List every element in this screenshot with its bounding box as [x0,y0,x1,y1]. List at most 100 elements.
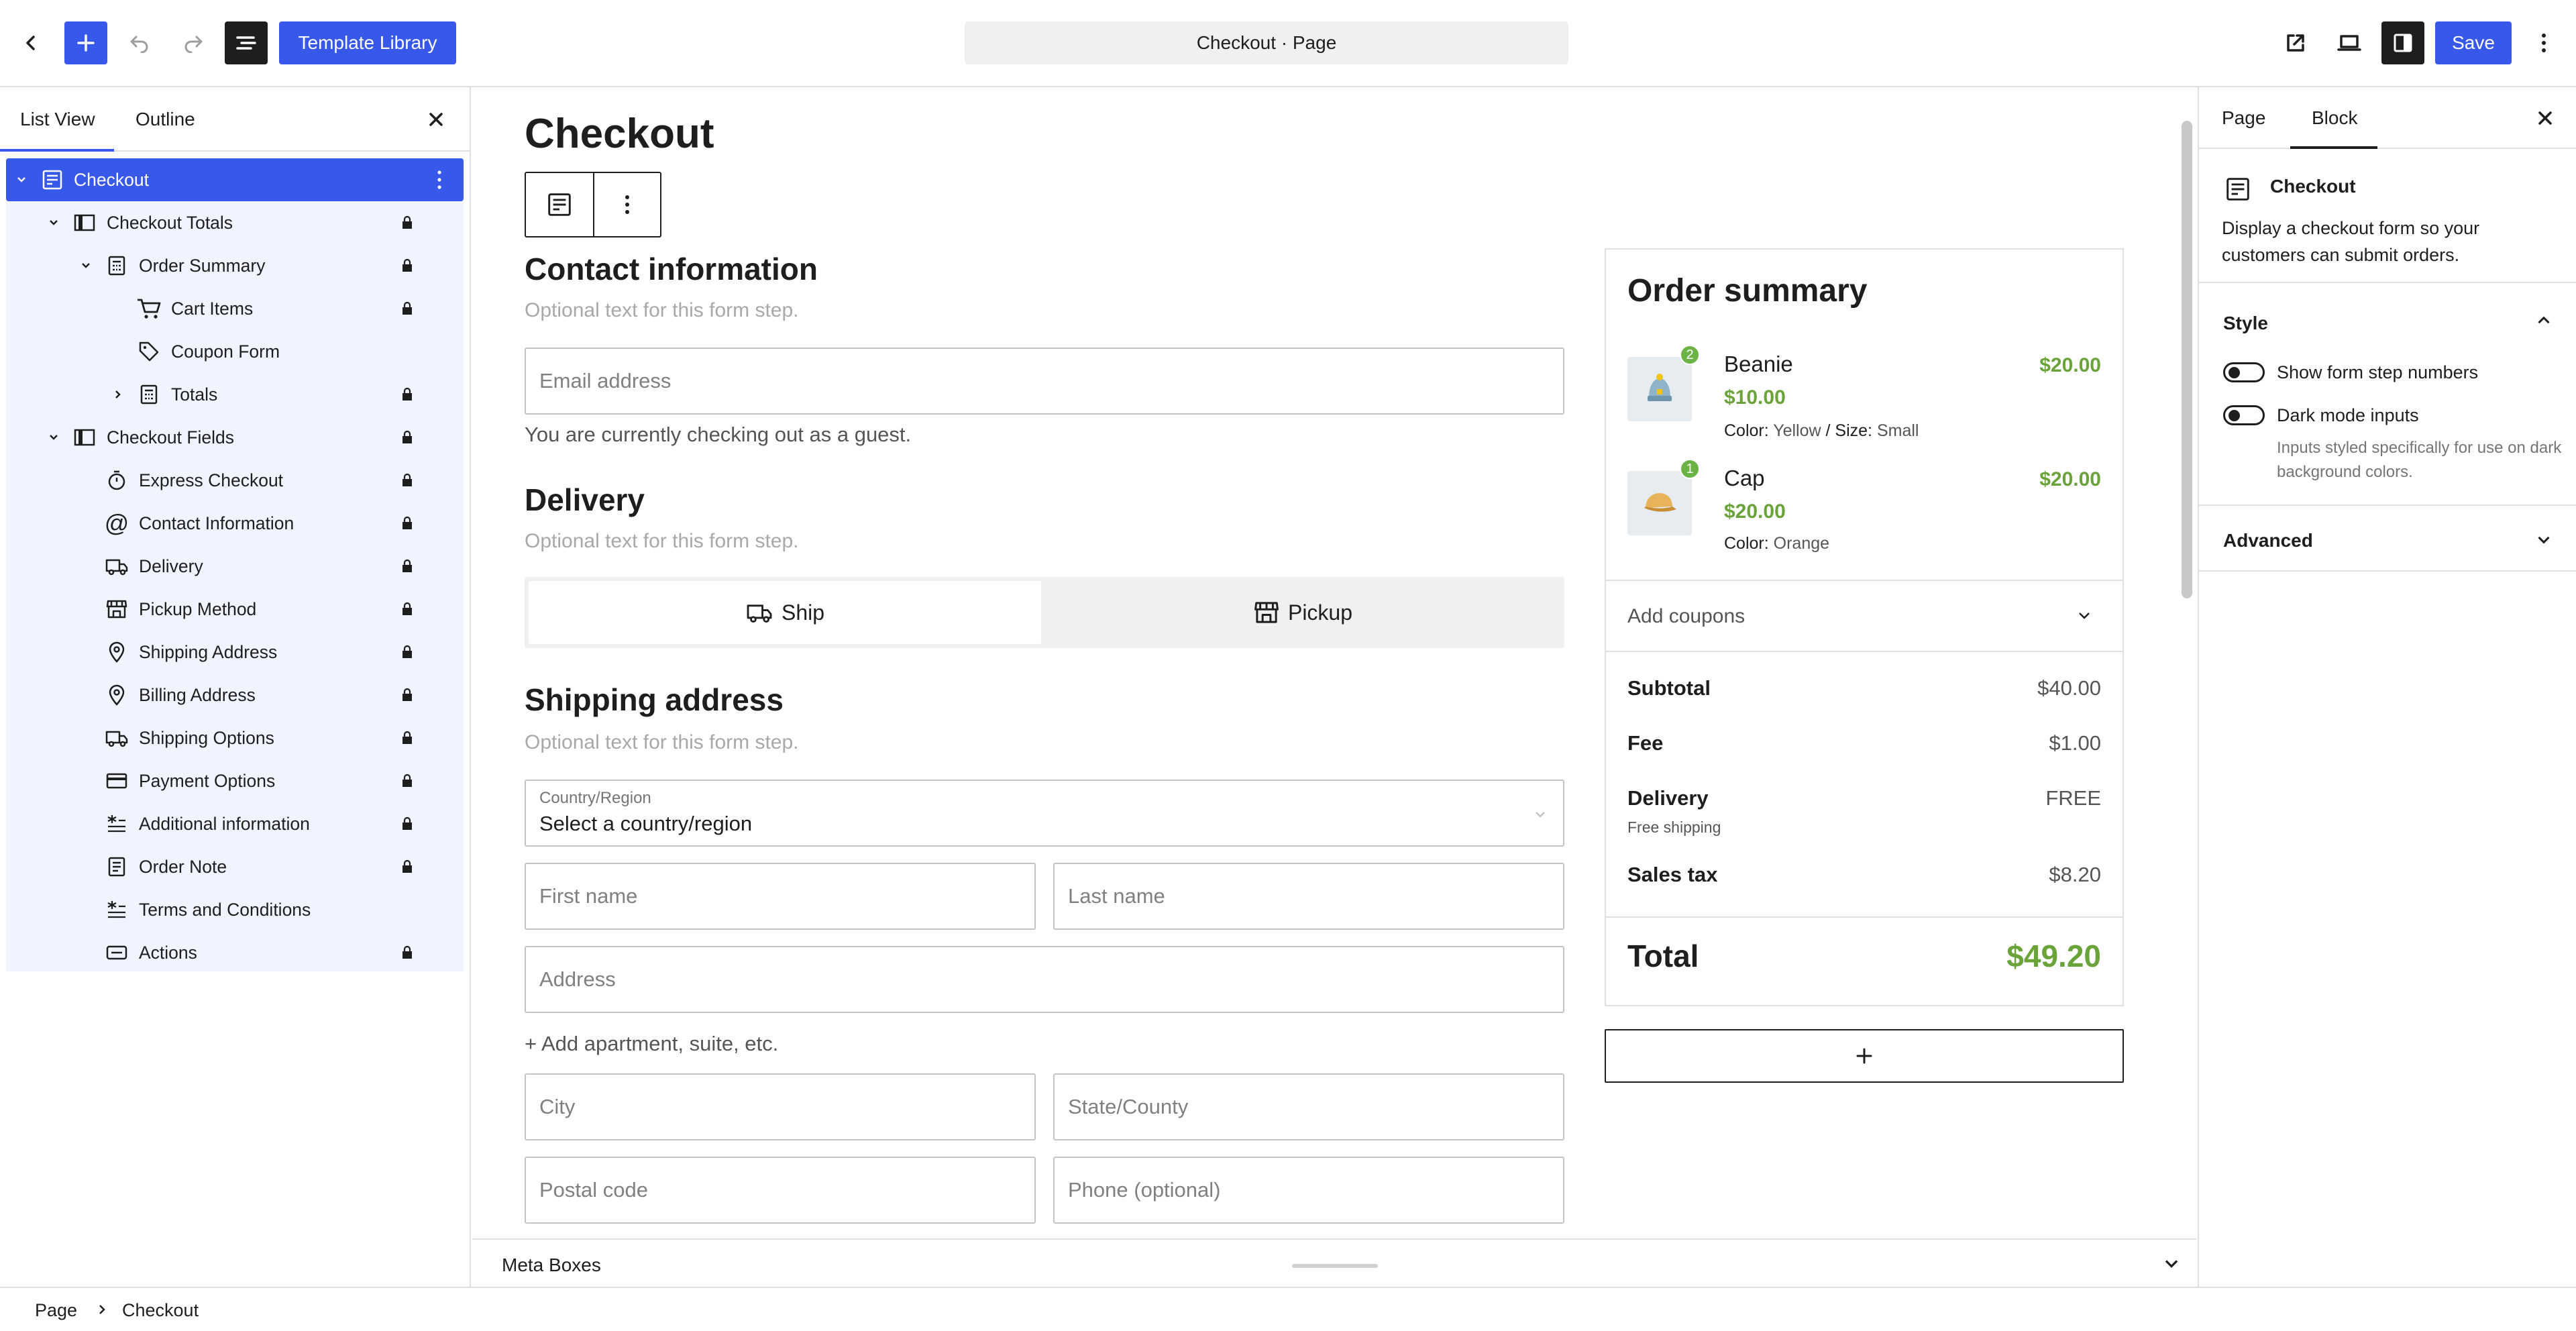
options-button[interactable] [2522,21,2565,64]
checkout-block-icon [548,193,571,216]
chevron-down-icon[interactable] [2076,606,2093,624]
chevron-down-icon[interactable] [11,170,32,190]
order-summary-block[interactable]: Order summary 2 Beanie $10.00 $20.00 Col… [1605,248,2124,1006]
tree-item-label: Order Summary [139,255,266,276]
tab-list-view[interactable]: List View [0,87,114,152]
tree-item-order-note[interactable]: Order Note [6,845,464,888]
contact-hint[interactable]: Optional text for this form step. [525,299,799,322]
order-summary-title[interactable]: Order summary [1627,272,1868,309]
chevron-right-icon[interactable] [108,384,128,405]
shipping-heading[interactable]: Shipping address [525,682,784,718]
undo-icon [130,36,148,53]
editor-header: Template Library Checkout · Page Save [0,0,2576,87]
close-list-view-button[interactable] [423,106,449,133]
shipping-hint[interactable]: Optional text for this form step. [525,731,799,754]
close-icon [2538,111,2552,125]
page-title[interactable]: Checkout [525,110,714,158]
more-vertical-icon[interactable] [437,169,442,191]
canvas-scrollbar[interactable] [2182,121,2192,598]
tree-item-payment-options[interactable]: Payment Options [6,759,464,802]
tree-item-terms-and-conditions[interactable]: Terms and Conditions [6,888,464,931]
save-button[interactable]: Save [2435,21,2512,64]
tree-item-shipping-address[interactable]: Shipping Address [6,631,464,674]
block-options-button[interactable] [594,173,660,236]
sales-tax-value: $8.20 [2049,863,2101,886]
form-step-numbers-toggle[interactable] [2223,362,2265,382]
delivery-hint[interactable]: Optional text for this form step. [525,530,799,553]
close-settings-button[interactable] [2532,105,2559,131]
block-description: Display a checkout form so your customer… [2222,218,2480,265]
truck-icon [747,604,772,623]
tree-item-pickup-method[interactable]: Pickup Method [6,588,464,631]
state-placeholder: State/County [1068,1095,1189,1118]
state-field[interactable]: State/County [1053,1073,1564,1140]
device-preview-button[interactable] [2328,21,2371,64]
tab-block[interactable]: Block [2290,87,2377,149]
tree-item-additional-information[interactable]: Additional information [6,802,464,845]
beanie-price: $10.00 [1724,386,1786,409]
chevron-down-icon[interactable] [76,256,96,276]
back-button[interactable] [9,21,52,64]
tab-outline[interactable]: Outline [115,87,223,152]
tree-item-contact-information[interactable]: @ Contact Information [6,502,464,545]
more-vertical-icon [625,195,629,214]
lock-icon [399,771,415,791]
resize-handle[interactable] [1292,1264,1378,1268]
beanie-total: $20.00 [2039,354,2101,376]
template-library-button[interactable]: Template Library [279,21,456,64]
tree-item-label: Checkout Totals [107,212,233,233]
block-type-button[interactable] [526,173,594,236]
add-block-button[interactable] [64,21,107,64]
address-field[interactable]: Address [525,946,1564,1013]
delivery-method-toggle: Ship Pickup [525,577,1564,648]
tree-item-order-summary[interactable]: Order Summary [6,244,464,287]
tree-item-checkout[interactable]: Checkout [6,158,464,201]
chevron-down-icon[interactable] [44,213,64,233]
breadcrumb-page[interactable]: Page [35,1300,77,1321]
first-name-field[interactable]: First name [525,863,1036,930]
tree-item-cart-items[interactable]: Cart Items [6,287,464,330]
cap-thumbnail [1627,471,1692,535]
phone-field[interactable]: Phone (optional) [1053,1157,1564,1224]
ship-option[interactable]: Ship [529,581,1041,644]
tree-item-checkout-totals[interactable]: Checkout Totals [6,201,464,244]
dark-mode-inputs-toggle[interactable] [2223,405,2265,425]
chevron-down-icon[interactable] [2161,1253,2182,1273]
meta-boxes-panel[interactable]: Meta Boxes [472,1238,2196,1287]
tree-item-delivery[interactable]: Delivery [6,545,464,588]
tree-item-shipping-options[interactable]: Shipping Options [6,716,464,759]
tree-item-totals[interactable]: Totals [6,373,464,416]
contact-heading[interactable]: Contact information [525,251,818,287]
redo-button[interactable] [172,21,215,64]
delivery-heading[interactable]: Delivery [525,482,645,518]
tree-item-express-checkout[interactable]: Express Checkout [6,459,464,502]
lock-icon [399,299,415,319]
breadcrumb-current[interactable]: Checkout [122,1300,199,1321]
city-field[interactable]: City [525,1073,1036,1140]
document-title-bar[interactable]: Checkout · Page [965,21,1568,64]
advanced-panel-heading[interactable]: Advanced [2223,530,2313,551]
add-apartment-link[interactable]: + Add apartment, suite, etc. [525,1032,778,1056]
add-coupons-toggle[interactable]: Add coupons [1627,605,1745,628]
postal-code-field[interactable]: Postal code [525,1157,1036,1224]
tree-item-checkout-fields[interactable]: Checkout Fields [6,416,464,459]
country-select[interactable]: Country/Region Select a country/region [525,780,1564,847]
chevron-down-icon[interactable] [44,427,64,447]
pickup-option[interactable]: Pickup [1045,581,1560,644]
document-overview-button[interactable] [225,21,268,64]
undo-button[interactable] [118,21,161,64]
last-name-field[interactable]: Last name [1053,863,1564,930]
style-panel-heading[interactable]: Style [2223,313,2268,334]
tree-item-coupon-form[interactable]: Coupon Form [6,330,464,373]
chevron-down-icon[interactable] [2534,530,2553,549]
settings-panel-toggle[interactable] [2381,21,2424,64]
tree-item-billing-address[interactable]: Billing Address [6,674,464,716]
email-field[interactable]: Email address [525,348,1564,415]
subtotal-label: Subtotal [1627,676,1711,700]
view-page-button[interactable] [2274,21,2317,64]
chevron-up-icon[interactable] [2534,311,2553,330]
lock-icon [399,256,415,276]
tab-page[interactable]: Page [2222,87,2269,149]
append-block-button[interactable] [1605,1029,2124,1083]
tree-item-actions[interactable]: Actions [6,931,464,974]
